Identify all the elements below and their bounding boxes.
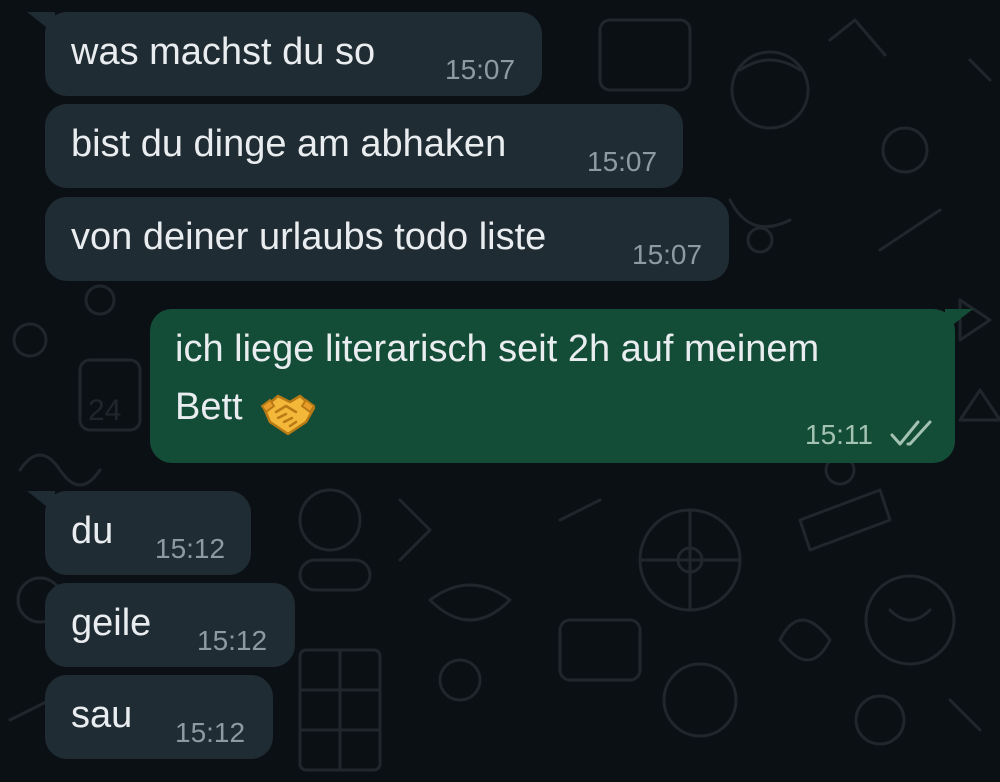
bubble-tail	[945, 309, 973, 331]
incoming-message[interactable]: geile 15:12	[45, 583, 295, 667]
message-text-line-1: ich liege literarisch seit 2h auf meinem	[175, 328, 820, 370]
message-text-line-2: Bett	[175, 386, 243, 428]
handshake-emoji	[260, 394, 316, 436]
message-timestamp: 15:11	[805, 419, 873, 450]
bubble-tail	[27, 12, 55, 34]
bubble-tail	[27, 491, 55, 513]
read-double-check-icon	[890, 420, 932, 446]
incoming-message[interactable]: du 15:12	[27, 491, 251, 575]
message-timestamp: 15:07	[445, 54, 516, 85]
outgoing-message[interactable]: ich liege literarisch seit 2h auf meinem…	[150, 309, 973, 463]
message-text: von deiner urlaubs todo liste	[71, 216, 547, 258]
message-text: du	[71, 510, 114, 552]
incoming-message[interactable]: sau 15:12	[45, 675, 273, 759]
message-timestamp: 15:12	[155, 533, 226, 564]
message-timestamp: 15:07	[587, 146, 658, 177]
message-text: geile	[71, 602, 152, 644]
message-timestamp: 15:12	[175, 717, 246, 748]
incoming-message[interactable]: bist du dinge am abhaken 15:07	[45, 104, 683, 188]
incoming-message[interactable]: von deiner urlaubs todo liste 15:07	[45, 197, 729, 281]
message-timestamp: 15:07	[632, 239, 703, 270]
incoming-message[interactable]: was machst du so 15:07	[27, 12, 542, 96]
message-text: bist du dinge am abhaken	[71, 123, 507, 165]
message-text: sau	[71, 694, 133, 736]
message-text: was machst du so	[71, 31, 376, 73]
message-list[interactable]: was machst du so 15:07 bist du dinge am …	[0, 0, 1000, 782]
message-timestamp: 15:12	[197, 625, 268, 656]
